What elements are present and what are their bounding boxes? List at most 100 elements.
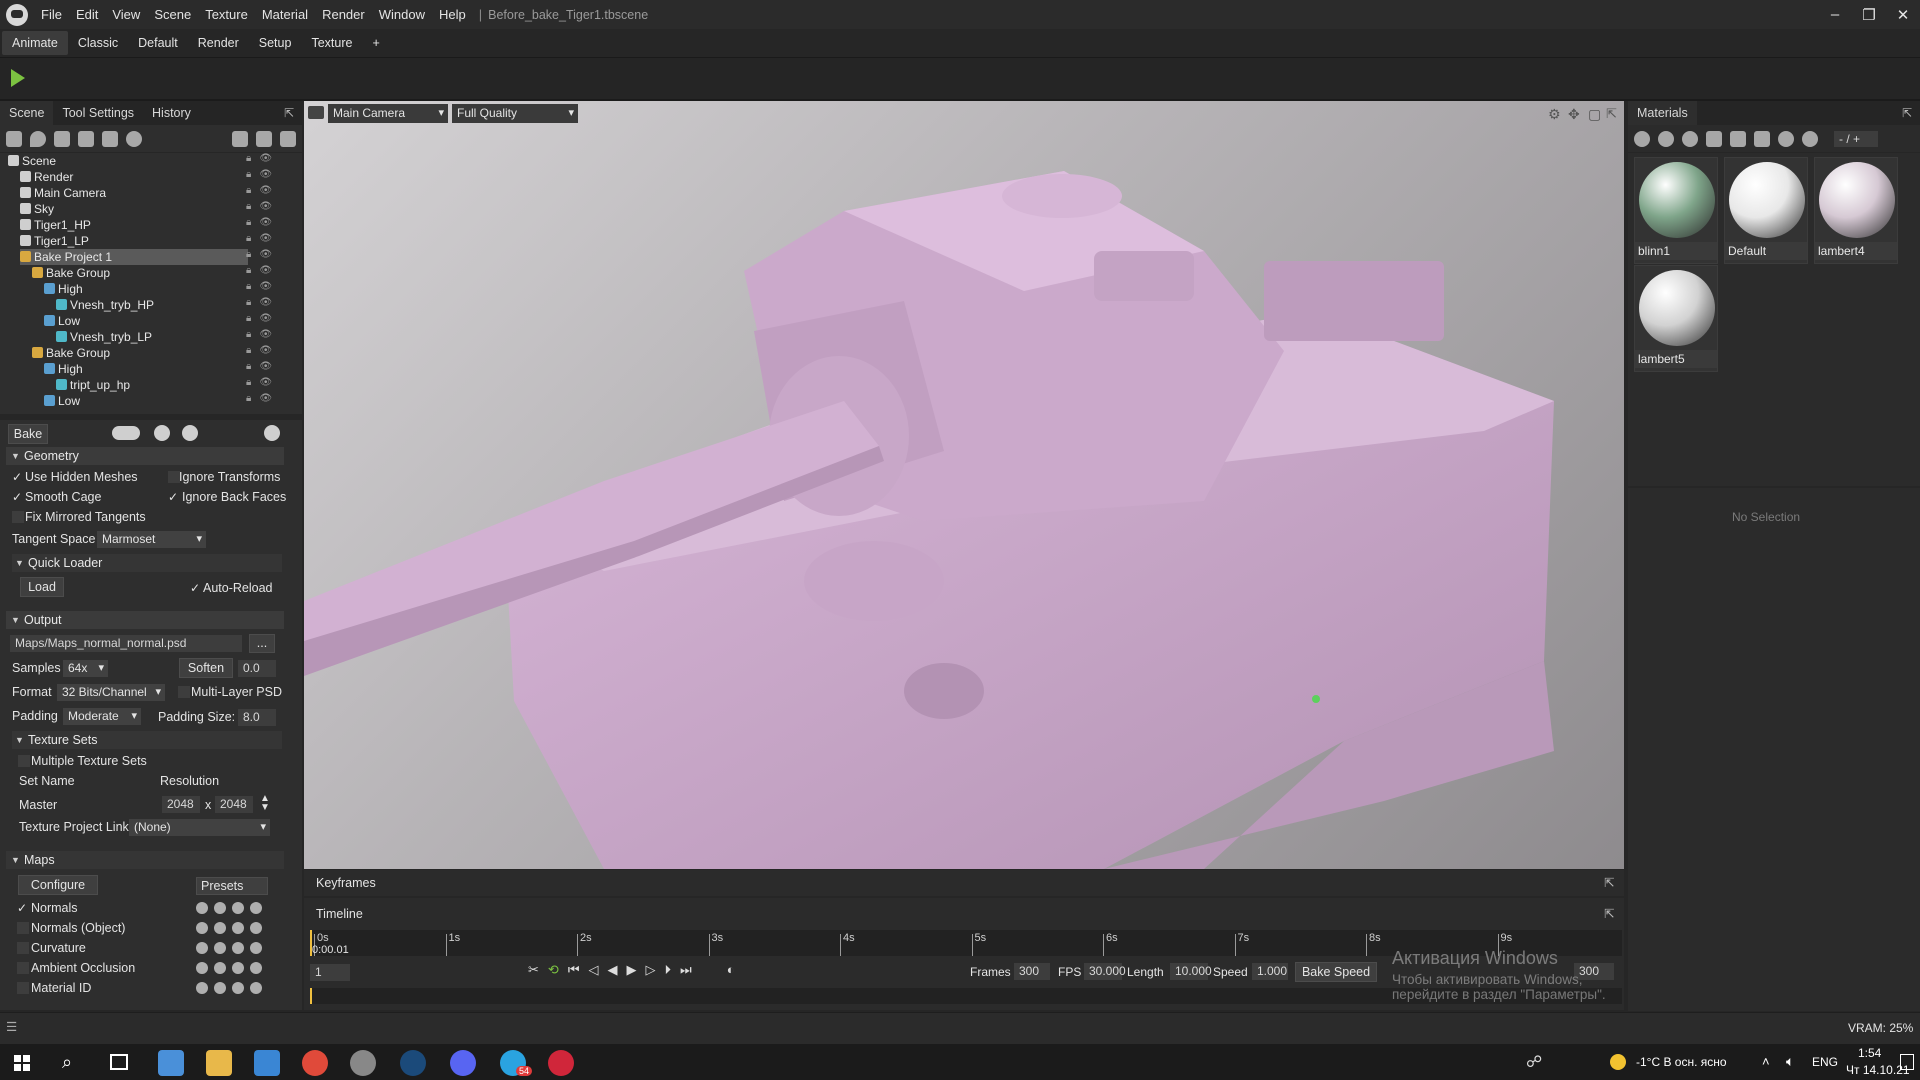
chrome-icon[interactable] — [302, 1050, 328, 1076]
delete-material-icon[interactable] — [1730, 130, 1746, 147]
material-thumbnail[interactable]: blinn1 — [1634, 157, 1718, 264]
multilayer-checkbox[interactable] — [178, 686, 190, 698]
select-tool-icon[interactable] — [10, 68, 26, 88]
use-hidden-meshes-checkbox[interactable]: ✓ — [12, 471, 24, 483]
tree-item[interactable]: High — [44, 361, 248, 377]
texture-project-link-dropdown[interactable]: (None) — [129, 819, 270, 836]
lock-visibility-icons[interactable]: 🔒︎👁︎ — [246, 233, 286, 249]
new-folder-icon[interactable] — [232, 130, 248, 147]
playhead[interactable] — [310, 930, 312, 956]
store-icon[interactable] — [158, 1050, 184, 1076]
tree-item[interactable]: Tiger1_LP — [20, 233, 248, 249]
assign-material-icon[interactable] — [1754, 130, 1770, 147]
fix-mirrored-checkbox[interactable] — [12, 511, 24, 523]
padding-size-field[interactable]: 8.0 — [238, 709, 276, 726]
tree-item[interactable]: Low — [44, 313, 248, 329]
lock-visibility-icons[interactable]: 🔒︎👁︎ — [246, 393, 286, 409]
add-material-icon[interactable] — [1634, 130, 1650, 147]
tree-item[interactable]: tript_up_hp — [56, 377, 248, 393]
tree-item[interactable]: Vnesh_tryb_LP — [56, 329, 248, 345]
tree-item[interactable]: Main Camera — [20, 185, 248, 201]
lock-visibility-icons[interactable]: 🔒︎👁︎ — [246, 249, 286, 265]
menu-file[interactable]: File — [34, 0, 69, 29]
volume-icon[interactable]: 🔈︎ — [1786, 1053, 1794, 1070]
format-dropdown[interactable]: 32 Bits/Channel — [57, 684, 165, 701]
viewport-move-icon[interactable]: ✥ — [1568, 106, 1580, 123]
tab-texture[interactable]: Texture — [301, 31, 362, 55]
map-settings-icons[interactable] — [196, 922, 266, 936]
resolution-stepper-icon[interactable]: ▲ ▼ — [260, 794, 270, 813]
lock-visibility-icons[interactable]: 🔒︎👁︎ — [246, 169, 286, 185]
minimize-button[interactable]: – — [1818, 0, 1852, 29]
3d-viewport[interactable]: Main Camera Full Quality ⚙ ✥ ▢ ⇱ — [304, 101, 1624, 869]
viewport-popout-icon[interactable]: ⇱ — [1606, 106, 1617, 122]
samples-dropdown[interactable]: 64x — [63, 660, 108, 677]
lock-visibility-icons[interactable]: 🔒︎👁︎ — [246, 281, 286, 297]
lock-visibility-icons[interactable]: 🔒︎👁︎ — [246, 329, 286, 345]
add-camera-icon[interactable] — [54, 130, 70, 147]
delete-icon[interactable] — [280, 130, 296, 147]
timeline-popout-icon[interactable]: ⇱ — [1604, 906, 1614, 921]
refresh-material-icon[interactable] — [1802, 130, 1818, 147]
map-settings-icons[interactable] — [196, 902, 266, 916]
marmoset-toolbag-icon[interactable] — [548, 1050, 574, 1076]
clock-time[interactable]: 1:54 — [1858, 1046, 1881, 1060]
tray-chevron-icon[interactable]: ˄ — [1762, 1054, 1770, 1069]
tree-item[interactable]: Render — [20, 169, 248, 185]
texture-sets-section[interactable]: Texture Sets — [12, 731, 282, 749]
soften-field[interactable]: 0.0 — [238, 660, 276, 677]
map-settings-icons[interactable] — [196, 942, 266, 956]
high-toggle-icon[interactable] — [154, 425, 170, 441]
quality-dropdown[interactable]: Full Quality — [452, 104, 578, 123]
tree-item[interactable]: Low — [44, 393, 248, 409]
keyframes-popout-icon[interactable]: ⇱ — [1604, 875, 1614, 890]
menu-material[interactable]: Material — [255, 0, 315, 29]
add-bake-icon[interactable] — [102, 130, 118, 147]
tab-render[interactable]: Render — [188, 31, 249, 55]
add-shadow-catcher-icon[interactable] — [126, 130, 142, 147]
menu-view[interactable]: View — [105, 0, 147, 29]
ignore-back-faces-checkbox[interactable]: ✓ — [168, 491, 180, 503]
lock-visibility-icons[interactable]: 🔒︎👁︎ — [246, 153, 286, 169]
timeline-options-icon[interactable]: ◐ — [727, 962, 735, 978]
tab-animate[interactable]: Animate — [2, 31, 68, 55]
menu-help[interactable]: Help — [432, 0, 473, 29]
tree-item[interactable]: High — [44, 281, 248, 297]
tree-item[interactable]: Bake Project 1 — [20, 249, 248, 265]
console-icon[interactable]: ☰ — [6, 1019, 17, 1034]
menu-scene[interactable]: Scene — [147, 0, 198, 29]
loop-icon[interactable]: ⟲ — [548, 962, 559, 978]
play-icon[interactable]: ▶ — [627, 962, 637, 978]
step-back-icon[interactable]: ◀ — [608, 962, 618, 978]
tree-item[interactable]: Vnesh_tryb_HP — [56, 297, 248, 313]
frame-field[interactable]: 1 — [310, 964, 350, 981]
tree-item[interactable]: Bake Group — [32, 265, 248, 281]
camera-dropdown[interactable]: Main Camera — [328, 104, 448, 123]
add-mesh-icon[interactable] — [6, 130, 22, 147]
material-thumbnail[interactable]: Default — [1724, 157, 1808, 264]
padding-dropdown[interactable]: Moderate — [63, 708, 141, 725]
lock-visibility-icons[interactable]: 🔒︎👁︎ — [246, 313, 286, 329]
tab-classic[interactable]: Classic — [68, 31, 128, 55]
tangent-space-dropdown[interactable]: Marmoset — [97, 531, 206, 548]
quick-loader-section[interactable]: Quick Loader — [12, 554, 282, 572]
steam-icon[interactable] — [400, 1050, 426, 1076]
maximize-button[interactable]: ❐ — [1852, 0, 1886, 29]
add-sky-icon[interactable] — [78, 130, 94, 147]
low-toggle-icon[interactable] — [182, 425, 198, 441]
speed-field[interactable]: 1.000 — [1252, 963, 1288, 980]
add-tab-button[interactable]: + — [362, 31, 389, 55]
tab-setup[interactable]: Setup — [249, 31, 302, 55]
tree-item[interactable]: Sky — [20, 201, 248, 217]
discord-icon[interactable] — [450, 1050, 476, 1076]
cut-icon[interactable]: ✂ — [528, 962, 539, 978]
viewport-camera-icon[interactable] — [308, 106, 324, 119]
lock-visibility-icons[interactable]: 🔒︎👁︎ — [246, 345, 286, 361]
smooth-cage-checkbox[interactable]: ✓ — [12, 491, 24, 503]
close-button[interactable]: ✕ — [1886, 0, 1920, 29]
materials-popout-icon[interactable]: ⇱ — [1902, 106, 1912, 120]
tab-tool-settings[interactable]: Tool Settings — [53, 101, 143, 125]
auto-reload-checkbox[interactable]: ✓ — [190, 582, 202, 594]
lock-visibility-icons[interactable]: 🔒︎👁︎ — [246, 377, 286, 393]
tree-item[interactable]: Scene — [8, 153, 248, 169]
